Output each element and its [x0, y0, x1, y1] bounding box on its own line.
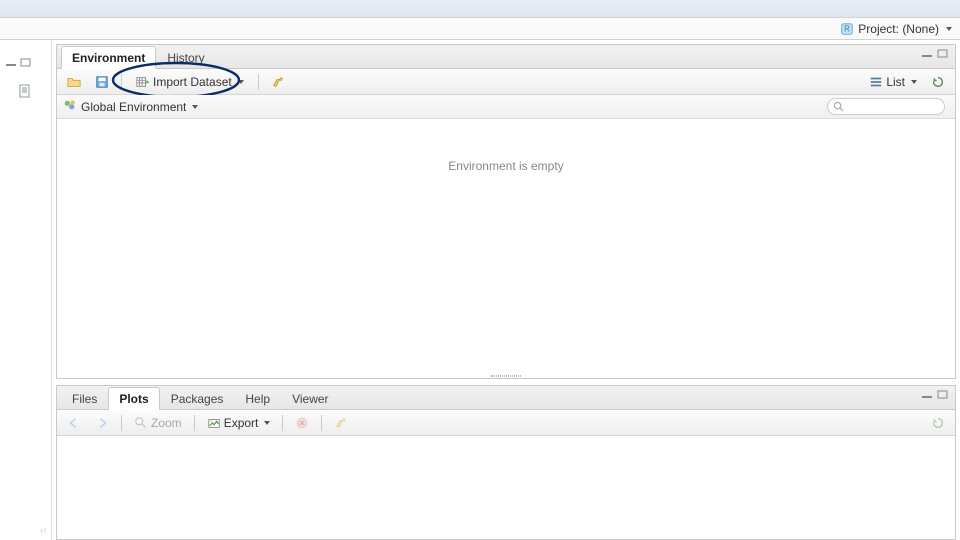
import-dataset-button[interactable]: Import Dataset — [130, 73, 250, 91]
tab-environment[interactable]: Environment — [61, 46, 156, 69]
project-bar: R Project: (None) — [0, 18, 960, 40]
prev-plot-button[interactable] — [63, 414, 85, 432]
project-label[interactable]: Project: (None) — [858, 22, 939, 36]
open-workspace-button[interactable] — [63, 73, 85, 91]
separator — [321, 415, 322, 431]
maximize-icon[interactable] — [20, 58, 32, 68]
env-search — [827, 98, 945, 115]
env-search-input[interactable] — [827, 98, 945, 115]
maximize-icon[interactable] — [937, 49, 949, 59]
chevron-down-icon[interactable] — [946, 27, 952, 31]
zoom-label: Zoom — [151, 416, 182, 430]
minimize-icon[interactable] — [922, 49, 934, 59]
collapse-handle[interactable]: ‹‹ — [40, 525, 47, 536]
env-empty-message: Environment is empty — [448, 159, 563, 173]
pane-controls-left-top — [6, 58, 32, 68]
next-plot-button[interactable] — [91, 414, 113, 432]
svg-text:R: R — [844, 24, 850, 33]
env-toolbar-right: List — [865, 73, 949, 91]
plots-toolbar: Zoom Export — [57, 410, 955, 436]
minimize-icon[interactable] — [922, 390, 934, 400]
chevron-down-icon — [238, 80, 244, 84]
env-pane-controls — [922, 49, 949, 59]
tab-files[interactable]: Files — [61, 387, 108, 409]
env-body: Environment is empty — [57, 119, 955, 374]
maximize-icon[interactable] — [937, 390, 949, 400]
export-label: Export — [224, 416, 259, 430]
view-mode-label: List — [886, 75, 905, 89]
remove-plot-button[interactable] — [291, 414, 313, 432]
refresh-button[interactable] — [927, 73, 949, 91]
separator — [258, 74, 259, 90]
env-tabs: Environment History — [57, 45, 955, 69]
env-toolbar: Import Dataset List — [57, 69, 955, 95]
refresh-button[interactable] — [927, 414, 949, 432]
chevron-down-icon — [911, 80, 917, 84]
save-workspace-button[interactable] — [91, 73, 113, 91]
plots-toolbar-right — [927, 414, 949, 432]
scope-label: Global Environment — [81, 100, 186, 114]
doc-icon[interactable] — [18, 84, 32, 101]
tab-help[interactable]: Help — [234, 387, 281, 409]
zoom-button[interactable]: Zoom — [130, 414, 186, 432]
tab-history[interactable]: History — [156, 46, 215, 68]
pane-resize-handle[interactable] — [57, 374, 955, 378]
plots-tabs: Files Plots Packages Help Viewer — [57, 386, 955, 410]
separator — [121, 415, 122, 431]
separator — [282, 415, 283, 431]
project-icon: R — [840, 22, 854, 36]
chevron-down-icon — [192, 105, 198, 109]
env-scope-bar: Global Environment — [57, 95, 955, 119]
chevron-down-icon — [264, 421, 270, 425]
plots-body — [57, 436, 955, 539]
title-bar — [0, 0, 960, 18]
minimize-icon[interactable] — [6, 58, 18, 68]
import-dataset-label: Import Dataset — [153, 75, 232, 89]
left-gutter: ‹‹ — [0, 40, 52, 540]
tab-plots[interactable]: Plots — [108, 387, 159, 410]
tab-packages[interactable]: Packages — [160, 387, 235, 409]
tab-viewer[interactable]: Viewer — [281, 387, 339, 409]
separator — [121, 74, 122, 90]
clear-workspace-button[interactable] — [267, 73, 289, 91]
scope-selector[interactable]: Global Environment — [81, 100, 198, 114]
plots-pane-controls — [922, 390, 949, 400]
clear-plots-button[interactable] — [330, 414, 352, 432]
search-icon — [833, 101, 844, 112]
right-column: Environment History — [52, 40, 960, 540]
scope-icon — [63, 98, 77, 115]
export-button[interactable]: Export — [203, 414, 275, 432]
view-mode-button[interactable]: List — [865, 73, 921, 91]
main-area: ‹‹ Environment History — [0, 40, 960, 540]
environment-pane: Environment History — [56, 44, 956, 379]
plots-pane: Files Plots Packages Help Viewer — [56, 385, 956, 540]
separator — [194, 415, 195, 431]
